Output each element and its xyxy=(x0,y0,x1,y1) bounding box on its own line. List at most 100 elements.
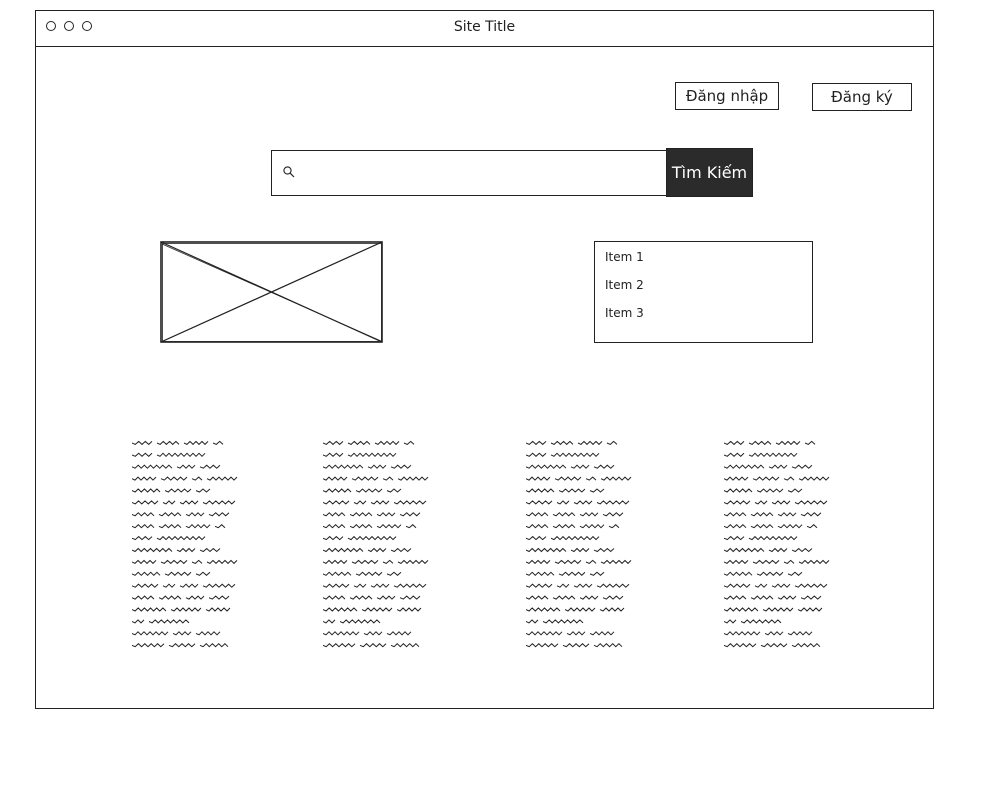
scribble-word xyxy=(323,440,344,446)
scribble-word xyxy=(353,500,367,505)
scribble-word xyxy=(777,523,803,529)
scribble-word xyxy=(526,631,563,636)
scribble-word xyxy=(323,571,352,576)
scribble-word xyxy=(202,500,236,505)
scribble-word xyxy=(382,559,394,564)
scribble-word xyxy=(185,595,205,600)
login-button[interactable]: Đăng nhập xyxy=(675,82,779,110)
scribble-word xyxy=(570,547,590,553)
scribble-word xyxy=(351,476,379,481)
scribble-word xyxy=(750,512,774,517)
scribble-word xyxy=(132,607,167,612)
scribble-word xyxy=(212,440,224,445)
scribble-word xyxy=(566,631,586,636)
scribble-word xyxy=(589,631,615,636)
scribble-word xyxy=(132,583,159,588)
scribble-word xyxy=(132,631,169,636)
text-column-4 xyxy=(724,431,864,651)
scribble-word xyxy=(351,559,379,565)
scribble-word xyxy=(526,476,551,481)
scribble-word xyxy=(724,488,753,493)
scribble-word xyxy=(195,488,211,493)
search-input[interactable] xyxy=(302,159,661,189)
list-item-2[interactable]: Item 2 xyxy=(605,278,644,292)
scribble-word xyxy=(724,476,749,481)
scribble-word xyxy=(156,535,206,541)
scribble-word xyxy=(132,547,173,553)
scribble-word xyxy=(164,571,192,576)
scribble-word xyxy=(367,464,387,469)
scribble-word xyxy=(390,464,412,469)
scribble-word xyxy=(179,500,199,505)
scribble-word xyxy=(323,547,364,553)
site-title: Site Title xyxy=(453,19,516,35)
scribble-word xyxy=(748,452,798,458)
scribble-word xyxy=(397,476,429,481)
scribble-text-icon xyxy=(724,440,830,648)
search-box[interactable] xyxy=(271,150,667,196)
scribble-word xyxy=(399,512,421,517)
scribble-word xyxy=(740,619,782,624)
list-item-3[interactable]: Item 3 xyxy=(605,306,644,320)
scribble-word xyxy=(179,583,199,588)
scribble-word xyxy=(205,607,231,612)
scribble-word xyxy=(164,488,192,493)
scribble-word xyxy=(593,464,615,469)
scribble-word xyxy=(724,524,747,529)
scribble-word xyxy=(386,571,402,576)
scribble-word xyxy=(347,440,371,446)
scribble-word xyxy=(323,559,348,565)
scribble-word xyxy=(526,452,547,457)
scribble-word xyxy=(804,440,816,445)
scribble-word xyxy=(794,583,828,588)
scribble-word xyxy=(608,524,620,529)
scribble-word xyxy=(323,631,360,636)
scribble-word xyxy=(132,464,173,469)
scribble-word xyxy=(393,583,427,588)
scribble-word xyxy=(526,559,551,565)
scribble-word xyxy=(160,559,188,565)
scribble-word xyxy=(386,488,402,493)
scribble-word xyxy=(756,571,784,576)
scribble-word xyxy=(158,512,182,517)
search-button[interactable]: Tìm Kiếm xyxy=(666,148,753,197)
scribble-word xyxy=(376,523,402,529)
scribble-word xyxy=(183,440,209,446)
scribble-word xyxy=(132,571,161,576)
scribble-word xyxy=(593,643,623,648)
scribble-text-icon xyxy=(323,440,429,648)
scribble-word xyxy=(756,488,784,493)
scribble-word xyxy=(323,500,350,505)
scribble-word xyxy=(386,631,412,636)
scribble-word xyxy=(724,643,757,648)
scribble-word xyxy=(132,452,153,457)
window-titlebar: Site Title xyxy=(36,11,933,47)
scribble-word xyxy=(323,524,346,529)
scribble-word xyxy=(526,488,555,493)
scribble-word xyxy=(323,583,350,588)
scribble-word xyxy=(556,583,570,588)
scribble-word xyxy=(800,512,822,517)
scribble-word xyxy=(542,619,584,624)
scribble-word xyxy=(353,583,367,588)
scribble-word xyxy=(600,559,632,565)
scribble-word xyxy=(170,607,202,612)
list-item-1[interactable]: Item 1 xyxy=(605,250,644,264)
scribble-word xyxy=(791,643,821,648)
scribble-word xyxy=(132,595,155,600)
scribble-text-icon xyxy=(132,440,238,648)
register-button[interactable]: Đăng ký xyxy=(812,83,912,111)
scribble-word xyxy=(185,512,205,517)
scribble-word xyxy=(724,535,745,541)
scribble-word xyxy=(199,464,221,469)
scribble-word xyxy=(771,583,791,588)
scribble-word xyxy=(396,607,422,612)
scribble-word xyxy=(158,595,182,600)
scribble-word xyxy=(323,452,344,457)
scribble-word xyxy=(185,523,211,529)
scribble-word xyxy=(148,619,190,624)
scribble-word xyxy=(526,500,553,505)
scribble-word xyxy=(585,476,597,481)
scribble-word xyxy=(132,643,165,648)
scribble-word xyxy=(162,583,176,588)
